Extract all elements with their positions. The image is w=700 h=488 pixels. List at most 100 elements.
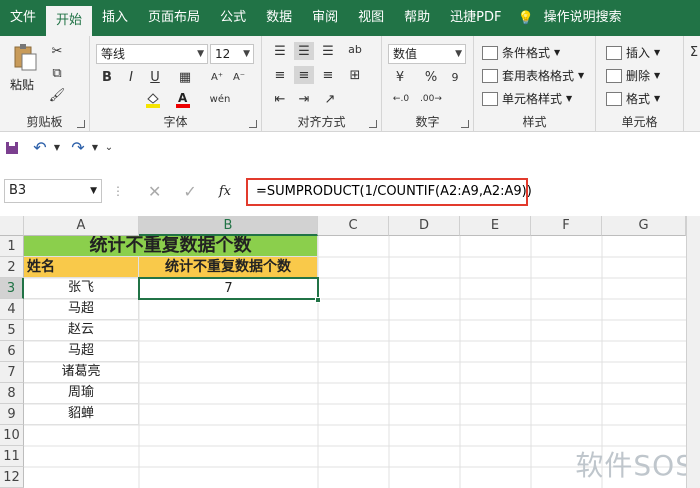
cancel-icon[interactable]: ✕ <box>148 182 161 201</box>
cell-a8[interactable]: 周瑜 <box>24 383 139 404</box>
font-launcher-icon[interactable] <box>249 120 257 128</box>
col-header-d[interactable]: D <box>389 216 460 236</box>
cell-a5[interactable]: 赵云 <box>24 320 139 341</box>
row-header-11[interactable]: 11 <box>0 446 24 467</box>
clipboard-launcher-icon[interactable] <box>77 120 85 128</box>
enter-icon[interactable]: ✓ <box>183 182 196 201</box>
cell-b3-selected[interactable]: 7 <box>138 277 319 300</box>
decrease-indent-icon[interactable]: ⇤ <box>270 90 290 108</box>
tab-pdf[interactable]: 迅捷PDF <box>440 0 511 36</box>
customize-toolbar-icon[interactable]: ⌄ <box>104 140 114 154</box>
number-format-select[interactable]: 数值 ▼ <box>388 44 466 64</box>
tab-page-layout[interactable]: 页面布局 <box>138 0 210 36</box>
row-header-8[interactable]: 8 <box>0 383 24 404</box>
row-header-5[interactable]: 5 <box>0 320 24 341</box>
select-all-corner[interactable] <box>0 216 24 236</box>
underline-button[interactable]: U <box>146 68 164 86</box>
row-header-10[interactable]: 10 <box>0 425 24 446</box>
row-header-7[interactable]: 7 <box>0 362 24 383</box>
cell-a1-title[interactable]: 统计不重复数据个数 <box>24 236 318 257</box>
fill-handle[interactable] <box>315 297 321 303</box>
redo-icon[interactable]: ↷ <box>68 138 88 157</box>
cell-styles-button[interactable]: 单元格样式 ▼ <box>482 90 572 107</box>
tab-formulas[interactable]: 公式 <box>210 0 256 36</box>
row-header-4[interactable]: 4 <box>0 299 24 320</box>
row-header-1[interactable]: 1 <box>0 236 24 257</box>
insert-cells-button[interactable]: 插入 ▼ <box>606 44 660 61</box>
currency-icon[interactable]: ¥ <box>388 68 412 86</box>
increase-indent-icon[interactable]: ⇥ <box>294 90 314 108</box>
border-icon[interactable]: ▦ <box>176 68 194 86</box>
row-header-3[interactable]: 3 <box>0 278 24 299</box>
format-as-table-button[interactable]: 套用表格格式 ▼ <box>482 67 584 84</box>
cell-b2[interactable]: 统计不重复数据个数 <box>139 257 318 278</box>
col-header-f[interactable]: F <box>531 216 602 236</box>
font-shrink-icon[interactable]: A⁻ <box>230 68 248 86</box>
tab-review[interactable]: 审阅 <box>302 0 348 36</box>
cell-a6[interactable]: 马超 <box>24 341 139 362</box>
format-painter-icon[interactable]: 🖌 <box>48 86 66 104</box>
formula-input[interactable]: =SUMPRODUCT(1/COUNTIF(A2:A9,A2:A9)) <box>246 178 532 206</box>
sum-icon[interactable]: Σ <box>688 42 700 62</box>
tab-home[interactable]: 开始 <box>46 6 93 36</box>
col-header-g[interactable]: G <box>602 216 686 236</box>
col-header-c[interactable]: C <box>318 216 389 236</box>
row-header-6[interactable]: 6 <box>0 341 24 362</box>
paste-icon[interactable] <box>10 42 40 72</box>
cell-a9[interactable]: 貂蝉 <box>24 404 139 425</box>
col-header-e[interactable]: E <box>460 216 531 236</box>
chevron-down-icon[interactable]: ▼ <box>90 140 100 154</box>
col-header-b[interactable]: B <box>139 216 318 236</box>
align-right-icon[interactable]: ≡ <box>318 66 338 84</box>
merge-cells-icon[interactable]: ⊞ <box>344 66 366 84</box>
format-cells-button[interactable]: 格式 ▼ <box>606 90 660 107</box>
align-middle-icon[interactable]: ☰ <box>294 42 314 60</box>
increase-decimal-icon[interactable]: ←.0 <box>390 90 412 108</box>
cell-a2[interactable]: 姓名 <box>24 257 139 278</box>
comma-style-button[interactable]: 9 <box>446 68 464 86</box>
orientation-icon[interactable]: ↗ <box>320 90 340 108</box>
cut-icon[interactable]: ✂ <box>48 42 66 60</box>
tab-help[interactable]: 帮助 <box>394 0 440 36</box>
bold-button[interactable]: B <box>98 68 116 86</box>
font-size-select[interactable]: 12 ▼ <box>210 44 254 64</box>
align-top-icon[interactable]: ☰ <box>270 42 290 60</box>
save-icon[interactable] <box>4 140 20 156</box>
row-header-2[interactable]: 2 <box>0 257 24 278</box>
row-header-12[interactable]: 12 <box>0 467 24 488</box>
decrease-decimal-icon[interactable]: .00→ <box>420 90 442 108</box>
align-left-icon[interactable]: ≡ <box>270 66 290 84</box>
alignment-launcher-icon[interactable] <box>369 120 377 128</box>
undo-icon[interactable]: ↶ <box>30 138 50 157</box>
chevron-down-icon: ▼ <box>654 71 661 80</box>
cell-a3[interactable]: 张飞 <box>24 278 139 299</box>
name-box[interactable]: B3 ▼ <box>4 179 102 203</box>
col-header-a[interactable]: A <box>24 216 139 236</box>
delete-cells-button[interactable]: 删除 ▼ <box>606 67 660 84</box>
tab-view[interactable]: 视图 <box>348 0 394 36</box>
tab-data[interactable]: 数据 <box>256 0 302 36</box>
italic-button[interactable]: I <box>122 68 140 86</box>
font-grow-icon[interactable]: A⁺ <box>208 68 226 86</box>
copy-icon[interactable]: ⧉ <box>48 64 66 82</box>
align-center-icon[interactable]: ≡ <box>294 66 314 84</box>
tab-file[interactable]: 文件 <box>0 0 46 36</box>
wrap-text-button[interactable]: ab <box>344 40 366 58</box>
number-launcher-icon[interactable] <box>461 120 469 128</box>
chevron-down-icon[interactable]: ▼ <box>52 140 62 154</box>
fill-color-icon[interactable] <box>144 90 162 108</box>
row-header-9[interactable]: 9 <box>0 404 24 425</box>
percent-button[interactable]: % <box>422 68 440 86</box>
cell-a4[interactable]: 马超 <box>24 299 139 320</box>
vertical-scrollbar[interactable] <box>686 216 700 488</box>
align-bottom-icon[interactable]: ☰ <box>318 42 338 60</box>
phonetic-button[interactable]: wén <box>206 90 234 108</box>
tab-insert[interactable]: 插入 <box>92 0 138 36</box>
cell-a7[interactable]: 诸葛亮 <box>24 362 139 383</box>
font-color-icon[interactable]: A <box>174 90 192 108</box>
insert-function-button[interactable]: fx <box>219 184 231 199</box>
tell-me-search[interactable]: 操作说明搜索 <box>534 0 632 36</box>
paste-button[interactable]: 粘贴 <box>10 76 34 93</box>
font-name-select[interactable]: 等线 ▼ <box>96 44 208 64</box>
conditional-formatting-button[interactable]: 条件格式 ▼ <box>482 44 560 61</box>
